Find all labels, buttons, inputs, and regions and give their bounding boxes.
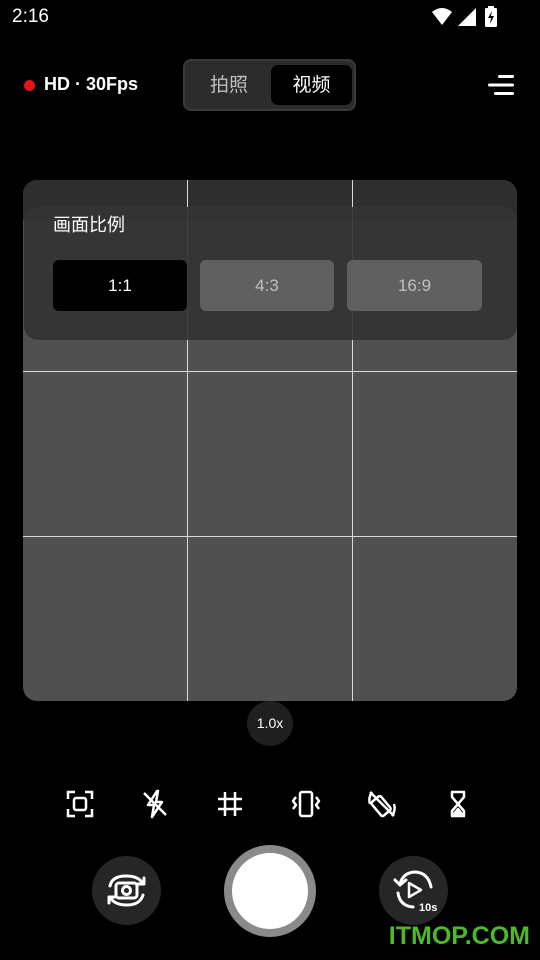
- zoom-button[interactable]: 1.0x: [247, 701, 293, 746]
- menu-button[interactable]: [488, 74, 514, 96]
- aspect-option-16-9[interactable]: 16:9: [347, 260, 482, 311]
- aspect-ratio-panel: 画面比例 1:1 4:3 16:9: [24, 207, 517, 340]
- mode-toggle: 拍照 视频: [183, 59, 356, 111]
- rotation-lock-button[interactable]: [366, 788, 398, 820]
- signal-icon: [458, 8, 476, 26]
- mode-photo-tab[interactable]: 拍照: [189, 64, 269, 106]
- grid-line-horizontal: [23, 371, 517, 372]
- recording-indicator-dot: [24, 80, 35, 91]
- timed-record-icon: 10s: [393, 870, 437, 914]
- watermark: ITMOP.COM: [388, 922, 530, 950]
- timer-badge: 10s: [419, 902, 437, 914]
- menu-icon: [488, 75, 514, 95]
- grid-line-horizontal: [23, 536, 517, 537]
- switch-camera-icon: [107, 874, 146, 907]
- timer-button[interactable]: [442, 788, 474, 820]
- quality-label[interactable]: HD · 30Fps: [44, 74, 138, 95]
- aspect-option-1-1[interactable]: 1:1: [53, 260, 187, 311]
- vibrate-icon: [291, 790, 321, 818]
- grid-icon: [218, 792, 242, 816]
- switch-camera-button[interactable]: [92, 856, 161, 925]
- mode-video-tab[interactable]: 视频: [271, 65, 352, 105]
- vibrate-button[interactable]: [290, 788, 322, 820]
- aspect-option-4-3[interactable]: 4:3: [200, 260, 334, 311]
- aspect-ratio-title: 画面比例: [53, 215, 125, 236]
- rotation-lock-off-icon: [368, 791, 396, 818]
- focus-frame-icon: [66, 790, 94, 818]
- video-timer-button[interactable]: 10s: [379, 856, 448, 925]
- shutter-button[interactable]: [224, 845, 316, 937]
- flash-off-icon: [143, 789, 167, 819]
- status-time: 2:16: [12, 6, 49, 27]
- hourglass-icon: [450, 790, 466, 818]
- wifi-icon: [432, 8, 452, 25]
- grid-button[interactable]: [214, 788, 246, 820]
- shutter-inner: [232, 853, 308, 929]
- flash-button[interactable]: [139, 788, 171, 820]
- focus-frame-button[interactable]: [64, 788, 96, 820]
- battery-icon: [485, 6, 497, 27]
- status-icons: [430, 6, 500, 28]
